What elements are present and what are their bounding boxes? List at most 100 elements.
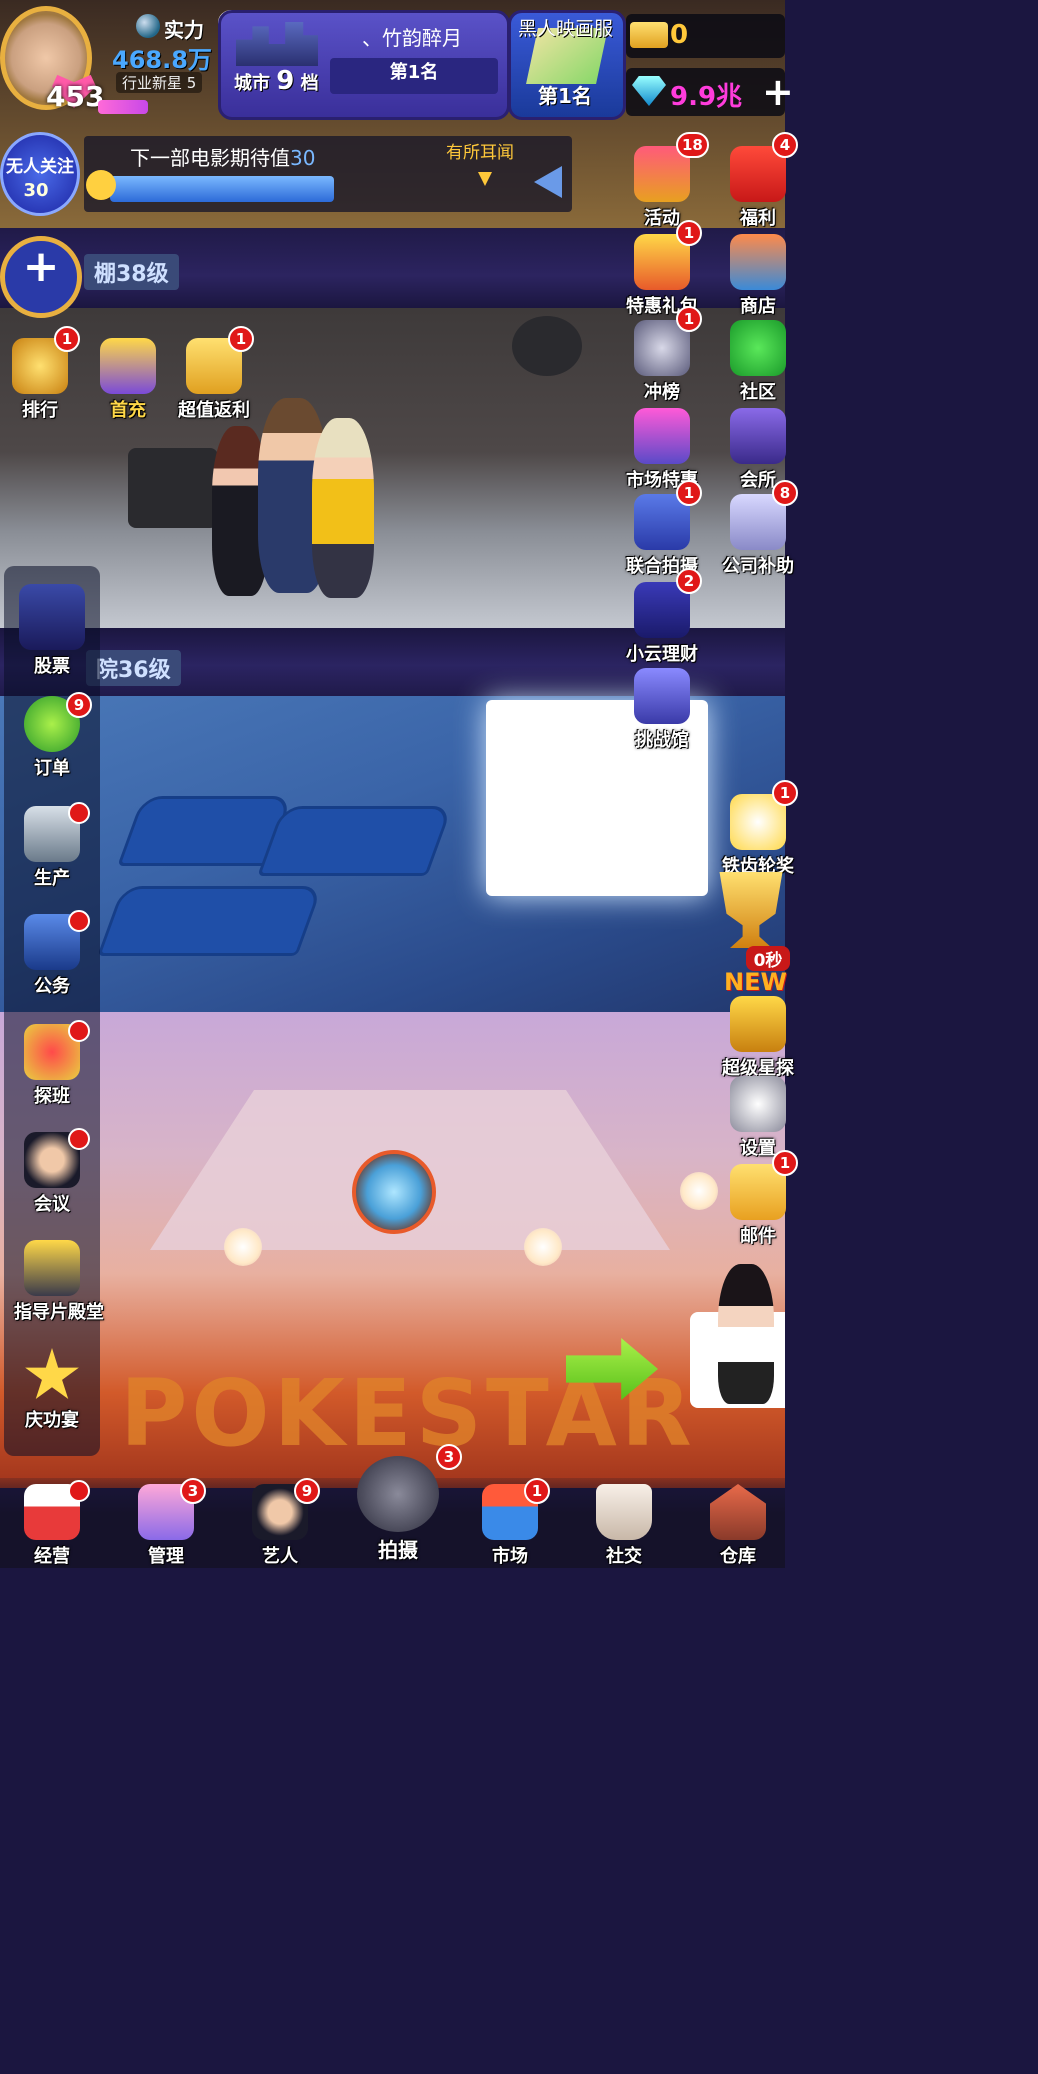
nav-operate[interactable]: 经营 (14, 1480, 90, 1568)
nav-shoot-label: 拍摄 (378, 1538, 418, 1562)
film-camera-prop (128, 448, 218, 528)
nav-warehouse-label: 仓库 (720, 1546, 756, 1567)
welfare-button[interactable]: 福利 4 (720, 132, 798, 230)
nav-manage[interactable]: 管理 3 (128, 1478, 206, 1568)
stocks-button[interactable]: 股票 (14, 584, 90, 678)
city-tier: 城市 9 档 (234, 66, 319, 96)
nav-manage-label: 管理 (148, 1546, 184, 1567)
mail-button[interactable]: 邮件 1 (720, 1150, 798, 1248)
welfare-badge: 4 (772, 132, 798, 158)
ranking-button[interactable]: 排行 1 (2, 326, 80, 422)
assistant-character[interactable] (690, 1264, 785, 1408)
new-tag: NEW (724, 968, 787, 996)
followers-count: 30 (23, 180, 49, 201)
build-floor-button[interactable]: + (0, 236, 82, 318)
globe-icon (136, 14, 160, 38)
finance-badge: 2 (676, 568, 702, 594)
add-diamond-button[interactable]: + (762, 70, 794, 114)
celebration-label: 庆功宴 (25, 1410, 79, 1431)
treasure-chest-icon (100, 338, 156, 394)
expectation-label: 下一部电影期待值30 (130, 142, 315, 171)
first-recharge-label: 首充 (110, 400, 146, 421)
company-subsidy-button[interactable]: 公司补助 8 (720, 480, 798, 578)
trophy-clapper-icon (24, 1240, 80, 1296)
joint-filming-button[interactable]: 联合拍摄 1 (624, 480, 702, 578)
rank-title: 行业新星 5 (116, 72, 203, 93)
nav-artists[interactable]: 艺人 9 (242, 1478, 320, 1568)
welfare-label: 福利 (740, 208, 776, 229)
production-button[interactable]: 生产 (14, 802, 90, 890)
leaderboard-rush-button[interactable]: 冲榜 1 (624, 306, 702, 404)
rebate-badge: 1 (228, 326, 254, 352)
nav-artists-label: 艺人 (262, 1546, 298, 1567)
set-visit-button[interactable]: 探班 (14, 1020, 90, 1108)
orders-badge: 9 (66, 692, 92, 718)
scout-hat-icon (730, 996, 786, 1052)
nav-social[interactable]: 社交 (586, 1484, 662, 1568)
leaderboard-rush-badge: 1 (676, 306, 702, 332)
stocks-label: 股票 (34, 656, 70, 677)
tier-suffix: 档 (300, 73, 319, 94)
shop-label: 商店 (740, 296, 776, 317)
rebate-label: 超值返利 (178, 400, 250, 421)
finance-button[interactable]: 小云理财 2 (624, 568, 702, 666)
power-label: 实力 (164, 18, 204, 42)
city-label: 城市 (234, 73, 270, 94)
city-rank-box: 第1名 (330, 58, 498, 94)
nav-social-label: 社交 (606, 1546, 642, 1567)
diamond-count: 9.9兆 (670, 82, 743, 112)
market-stall-icon (634, 408, 690, 464)
nav-manage-badge: 3 (180, 1478, 206, 1504)
expectation-status: 有所耳闻 (446, 143, 514, 163)
cinema-seat-row (257, 806, 453, 876)
studio-spotlight-prop (512, 316, 582, 376)
super-scout-button[interactable]: 超级星探 (720, 996, 796, 1080)
nav-shoot[interactable]: 拍摄 3 (350, 1444, 462, 1563)
followers-label: 无人关注 (6, 157, 74, 177)
gear-award-button[interactable]: 铁齿轮奖 1 (720, 780, 798, 878)
director-hall-label: 指导片殿堂 (14, 1302, 104, 1323)
cinema-level-tag[interactable]: 院36级 (86, 650, 181, 686)
gear-icon (730, 1076, 786, 1132)
server-name: 黑人映画服 (518, 18, 614, 40)
activity-button[interactable]: 活动 18 (624, 132, 709, 230)
set-visit-label: 探班 (34, 1086, 70, 1107)
shop-button[interactable]: 商店 (720, 234, 796, 318)
coffee-cup-icon (596, 1484, 652, 1540)
challenge-hall-button[interactable]: 挑战馆 (624, 668, 700, 752)
joint-filming-badge: 1 (676, 480, 702, 506)
settings-button[interactable]: 设置 (720, 1076, 796, 1160)
rebate-button[interactable]: 超值返利 1 (176, 326, 254, 422)
finance-label: 小云理财 (626, 644, 698, 665)
official-business-badge (68, 910, 90, 932)
warehouse-icon (710, 1484, 766, 1540)
blonde-character[interactable] (312, 418, 374, 598)
celebration-button[interactable]: 庆功宴 (14, 1348, 90, 1432)
nav-market[interactable]: 市场 1 (472, 1478, 550, 1568)
stock-chart-icon (19, 584, 85, 650)
stage-trophy-box[interactable] (352, 1150, 436, 1234)
stage-lamp (680, 1172, 718, 1210)
set-visit-badge (68, 1020, 90, 1042)
studio-level-tag[interactable]: 棚38级 (84, 254, 179, 290)
official-business-button[interactable]: 公务 (14, 910, 90, 998)
ticket-icon (630, 22, 668, 48)
community-button[interactable]: 社区 (720, 320, 796, 404)
leaderboard-rush-label: 冲榜 (644, 382, 680, 403)
hall-building-icon (634, 668, 690, 724)
nav-artists-badge: 9 (294, 1478, 320, 1504)
director-hall-button[interactable]: 指导片殿堂 (14, 1240, 104, 1324)
challenge-hall-label: 挑战馆 (635, 730, 689, 751)
stage-lamp (224, 1228, 262, 1266)
server-rank: 第1名 (538, 84, 592, 108)
meeting-button[interactable]: 会议 (14, 1128, 90, 1216)
special-pack-badge: 1 (676, 220, 702, 246)
mail-badge: 1 (772, 1150, 798, 1176)
orders-button[interactable]: 订单 9 (14, 692, 92, 780)
expectation-value: 30 (290, 146, 316, 170)
nav-warehouse[interactable]: 仓库 (700, 1484, 776, 1568)
activity-badge: 18 (676, 132, 709, 158)
first-recharge-button[interactable]: 首充 (90, 338, 166, 422)
gear-award-badge: 1 (772, 780, 798, 806)
company-subsidy-badge: 8 (772, 480, 798, 506)
